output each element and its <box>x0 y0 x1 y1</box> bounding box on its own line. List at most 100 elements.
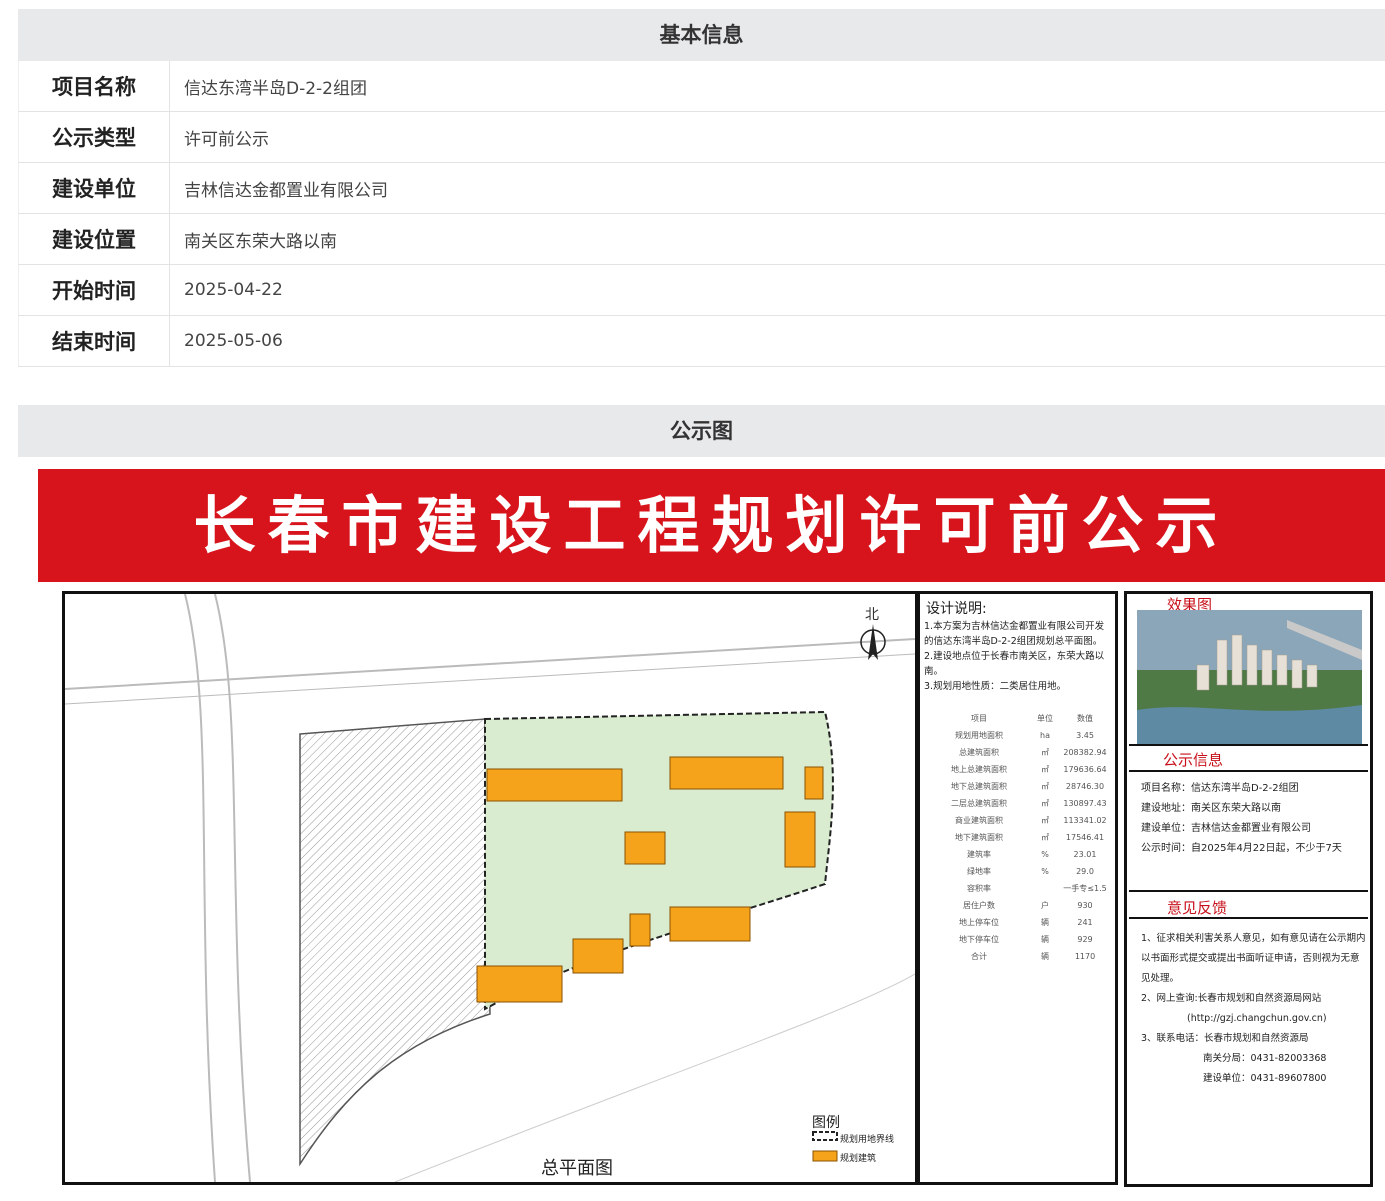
tech-cell-v: 130897.43 <box>1063 799 1107 808</box>
info-value: 吉林信达金都置业有限公司 <box>169 162 1385 214</box>
legend-building-label: 规划建筑 <box>840 1154 877 1164</box>
info-label: 结束时间 <box>18 315 170 367</box>
tech-cell-k: 地下总建筑面积 <box>951 782 1007 791</box>
info-row: 开始时间 2025-04-22 <box>18 264 1385 316</box>
tech-cell-v: 929 <box>1077 935 1093 944</box>
info-row: 结束时间 2025-05-06 <box>18 315 1385 367</box>
feedback-line: 1、征求相关利害关系人意见，如有意见请在公示期内 <box>1141 933 1366 944</box>
tech-cell-k: 二层总建筑面积 <box>951 799 1007 808</box>
tech-cell-v: 113341.02 <box>1063 816 1107 825</box>
design-notes: 设计说明: 1.本方案为吉林信达金都置业有限公司开发 的信达东湾半岛D-2-2组团… <box>917 591 1118 1185</box>
notice-info-line: 公示时间：自2025年4月22日起，不少于7天 <box>1141 843 1342 854</box>
tech-cell-k: 容积率 <box>967 884 991 893</box>
tech-cell-v: 28746.30 <box>1065 782 1105 791</box>
notice-poster: 长春市建设工程规划许可前公示 北 图例 规划用地界线 规划建筑 总平面图 设计说… <box>38 469 1385 1201</box>
basic-info-header: 基本信息 <box>18 9 1385 61</box>
info-title: 公示信息 <box>1163 751 1224 769</box>
tech-row: 绿地率% 29.0 <box>928 863 1110 880</box>
tech-cell-u: % <box>1041 850 1049 859</box>
tech-cell-k: 居住户数 <box>963 901 995 910</box>
info-row: 建设单位 吉林信达金都置业有限公司 <box>18 162 1385 214</box>
feedback-line: 见处理。 <box>1141 973 1180 984</box>
info-value: 许可前公示 <box>169 111 1385 163</box>
tech-cell-k: 地上总建筑面积 <box>951 765 1007 774</box>
tech-cell-k: 地下建筑面积 <box>955 833 1003 842</box>
design-line: 南。 <box>924 666 944 677</box>
tech-cell-k: 绿地率 <box>967 867 991 876</box>
notice-info-line: 项目名称：信达东湾半岛D-2-2组团 <box>1141 783 1299 794</box>
tech-row: 地上总建筑面积 ㎡ 179636.64 <box>928 761 1110 778</box>
tech-cell-k: 地上停车位 <box>959 918 999 927</box>
rendering-image <box>1137 610 1362 745</box>
tech-cell-u: ㎡ <box>1041 833 1049 842</box>
tech-row: 总建筑面积 ㎡ 208382.94 <box>928 744 1110 761</box>
design-line: 3.规划用地性质：二类居住用地。 <box>924 681 1067 692</box>
tech-cell-k: 总建筑面积 <box>959 748 999 757</box>
tech-row: 二层总建筑面积 ㎡ 130897.43 <box>928 795 1110 812</box>
tech-row: 地上停车位 辆 241 <box>928 914 1110 931</box>
info-row: 公示类型 许可前公示 <box>18 111 1385 163</box>
notice-info-line: 建设地址：南关区东荣大路以南 <box>1141 803 1281 814</box>
tech-row: 合计 辆 1170 <box>928 948 1110 965</box>
info-label: 开始时间 <box>18 264 170 316</box>
info-label: 建设位置 <box>18 213 170 265</box>
notice-info-line: 建设单位：吉林信达金都置业有限公司 <box>1141 823 1311 834</box>
site-plan-title: 总平面图 <box>541 1158 613 1179</box>
poster-banner: 长春市建设工程规划许可前公示 <box>38 469 1385 582</box>
tech-cell-v: 23.01 <box>1073 850 1097 859</box>
tech-cell-v: 29.0 <box>1076 867 1094 876</box>
tech-cell-v: 17546.41 <box>1065 833 1105 842</box>
site-plan-drawing <box>65 594 915 1182</box>
basic-info-table: 项目名称 信达东湾半岛D-2-2组团 公示类型 许可前公示 建设单位 吉林信达金都置业有限… <box>18 61 1385 367</box>
tech-cell-u: 辆 <box>1041 918 1049 927</box>
tech-cell-v: 一手专≤1.5 <box>1063 884 1107 893</box>
tech-cell-u: 户 <box>1041 901 1049 910</box>
info-label: 项目名称 <box>18 61 170 112</box>
feedback-title: 意见反馈 <box>1167 899 1228 917</box>
feedback-line: 以书面形式提交或提出书面听证申请，否则视为无意 <box>1141 953 1360 964</box>
tech-row: 建筑率% 23.01 <box>928 846 1110 863</box>
notice-map-header: 公示图 <box>18 405 1385 457</box>
feedback-line: (http://gzj.changchun.gov.cn) <box>1187 1013 1327 1024</box>
tech-cell-k: 规划用地面积 <box>955 731 1003 740</box>
info-value: 2025-05-06 <box>169 315 1385 367</box>
feedback-line: 2、网上查询:长春市规划和自然资源局网站 <box>1141 993 1322 1004</box>
tech-cell-k: 合计 <box>971 952 987 961</box>
info-value: 2025-04-22 <box>169 264 1385 316</box>
tech-cell-u: ㎡ <box>1041 816 1049 825</box>
tech-cell-k: 项目 <box>971 714 987 723</box>
design-title: 设计说明: <box>926 601 987 617</box>
feedback-line: 建设单位：0431-89607800 <box>1203 1073 1327 1084</box>
info-value: 南关区东荣大路以南 <box>169 213 1385 265</box>
info-row: 建设位置 南关区东荣大路以南 <box>18 213 1385 265</box>
tech-cell-v: 930 <box>1077 901 1093 910</box>
info-value: 信达东湾半岛D-2-2组团 <box>169 61 1385 112</box>
right-panel: 效果图 公示信息 项目名称：信达东湾半岛D-2-2组团 建设地址：南关区东荣大路以… <box>1124 591 1373 1187</box>
tech-cell-u: 辆 <box>1041 952 1049 961</box>
tech-row: 项目 单位 数值 <box>928 710 1110 727</box>
info-row: 项目名称 信达东湾半岛D-2-2组团 <box>18 61 1385 112</box>
design-line: 1.本方案为吉林信达金都置业有限公司开发 <box>924 621 1105 632</box>
tech-cell-v: 3.45 <box>1076 731 1094 740</box>
tech-cell-v: 208382.94 <box>1063 748 1107 757</box>
tech-cell-k: 地下停车位 <box>959 935 999 944</box>
site-plan: 北 图例 规划用地界线 规划建筑 总平面图 <box>62 591 918 1185</box>
info-label: 建设单位 <box>18 162 170 214</box>
tech-cell-k: 建筑率 <box>967 850 991 859</box>
tech-cell-u: ha <box>1040 731 1050 740</box>
tech-cell-v: 241 <box>1077 918 1093 927</box>
tech-cell-u: ㎡ <box>1041 748 1049 757</box>
tech-cell-u <box>1030 880 1060 897</box>
legend-title: 图例 <box>812 1115 840 1131</box>
tech-cell-u: ㎡ <box>1041 782 1049 791</box>
tech-row: 规划用地面积 ha 3.45 <box>928 727 1110 744</box>
tech-row: 地下总建筑面积 ㎡ 28746.30 <box>928 778 1110 795</box>
feedback-line: 3、联系电话：长春市规划和自然资源局 <box>1141 1033 1309 1044</box>
tech-cell-v: 数值 <box>1077 714 1093 723</box>
design-line: 2.建设地点位于长春市南关区，东荣大路以 <box>924 651 1105 662</box>
tech-cell-u: ㎡ <box>1041 799 1049 808</box>
tech-cell-u: % <box>1041 867 1049 876</box>
tech-row: 地下建筑面积 ㎡ 17546.41 <box>928 829 1110 846</box>
legend-boundary-label: 规划用地界线 <box>840 1135 895 1145</box>
tech-cell-v: 179636.64 <box>1063 765 1107 774</box>
